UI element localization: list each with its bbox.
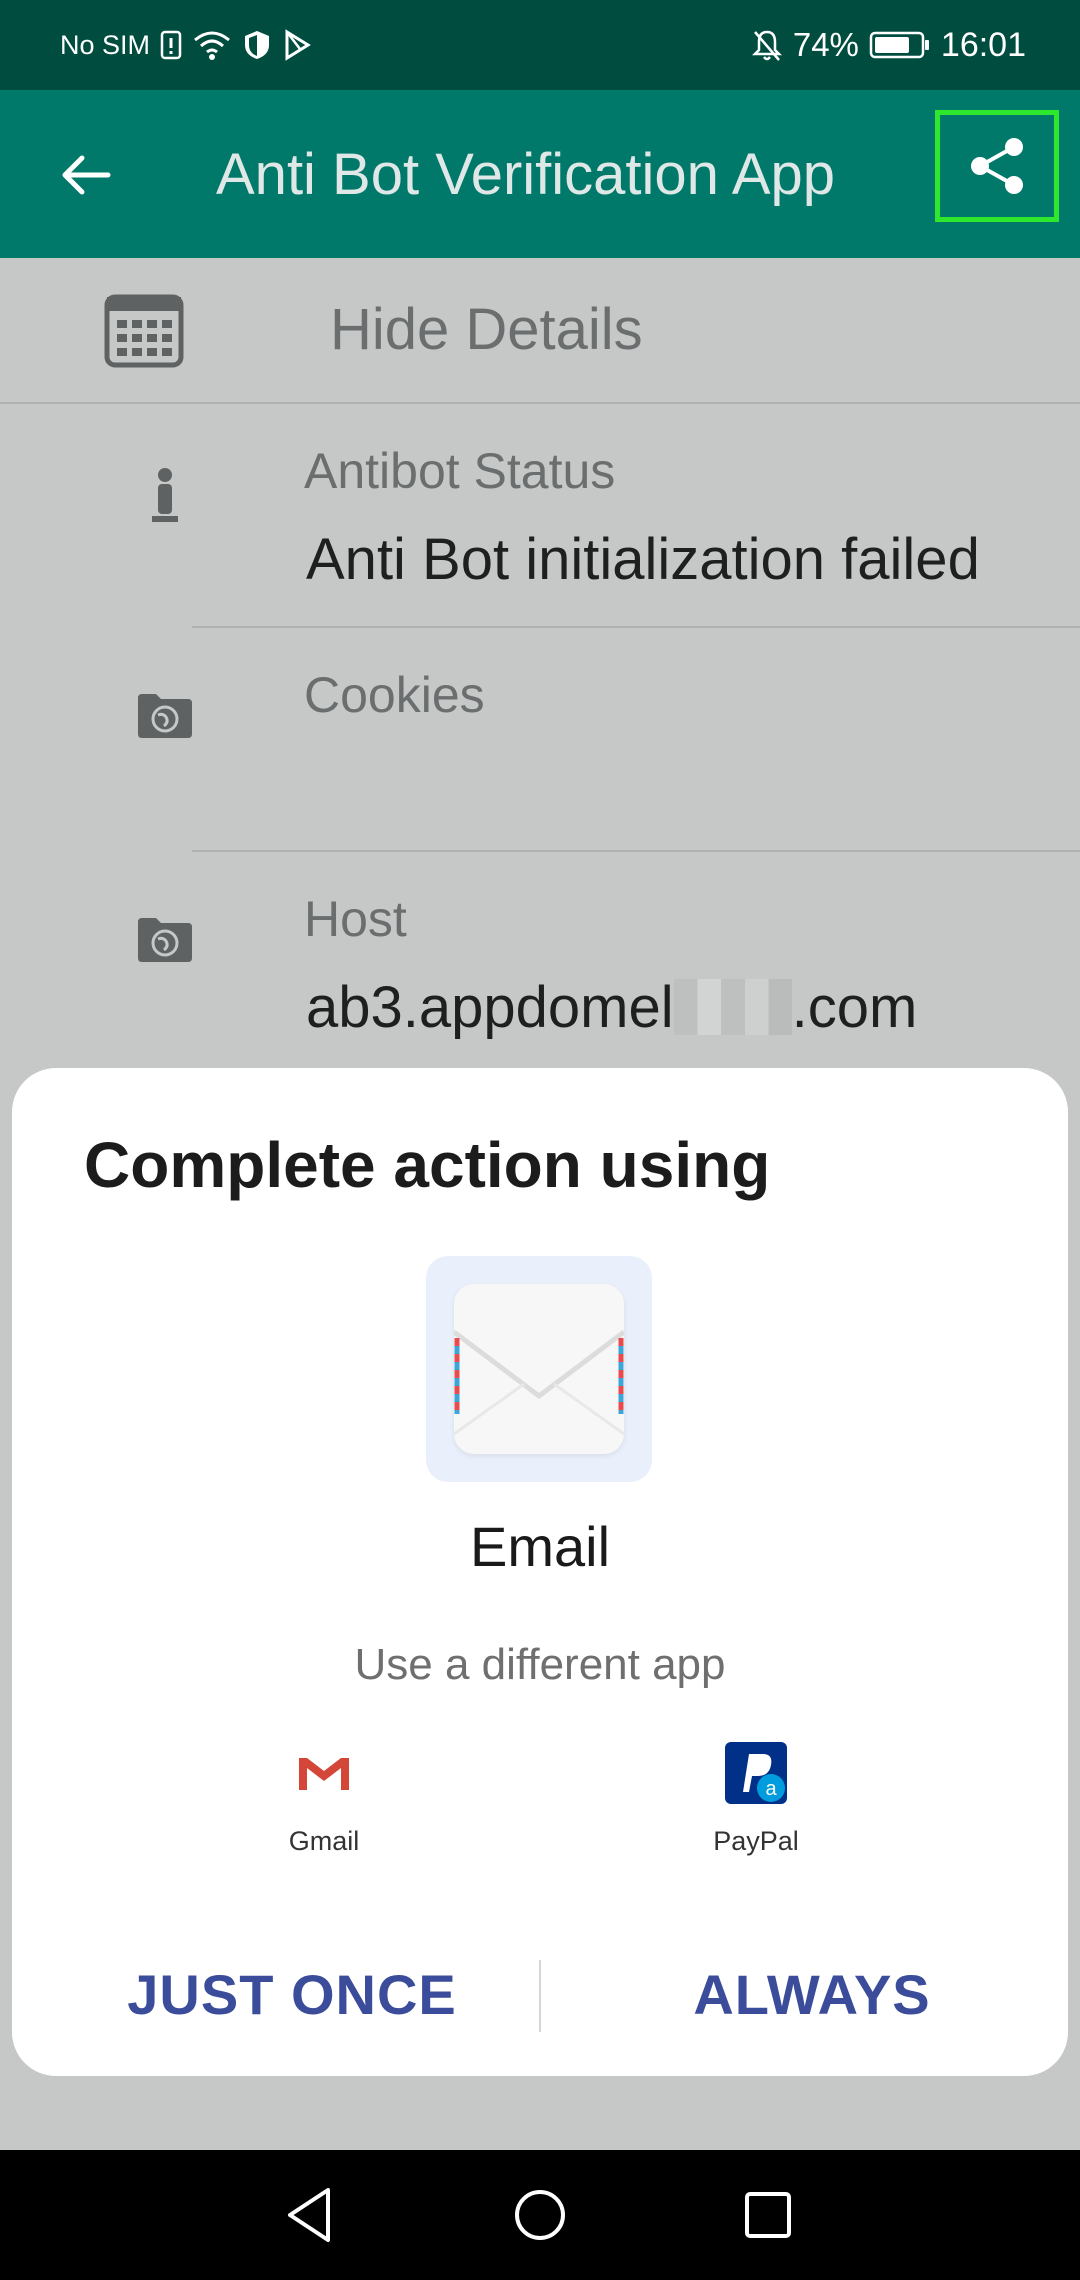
detail-value: ab3.appdomel .com (306, 974, 917, 1041)
folder-globe-icon (136, 690, 194, 752)
hide-details-label: Hide Details (330, 297, 643, 362)
status-right: 74% 16:01 (751, 0, 1026, 90)
gmail-icon (289, 1738, 359, 1808)
detail-antibot-status: Antibot Status Anti Bot initialization f… (0, 404, 1080, 628)
email-icon (452, 1284, 626, 1454)
nav-back-button[interactable] (276, 2180, 346, 2250)
shield-icon (242, 29, 272, 61)
email-app-label: Email (469, 1515, 611, 1578)
always-button[interactable]: ALWAYS (572, 1940, 1052, 2050)
status-left: No SIM (60, 0, 312, 90)
use-different-app-label: Use a different app (354, 1640, 726, 1689)
nav-home-button[interactable] (505, 2180, 575, 2250)
carrier-text: No SIM (60, 29, 151, 60)
paypal-label: PayPal (713, 1826, 799, 1856)
circle-home-icon (515, 2190, 565, 2240)
just-once-button[interactable]: JUST ONCE (52, 1940, 532, 2050)
person-icon (136, 466, 194, 528)
svg-text:a: a (765, 1778, 777, 1800)
share-icon (971, 138, 1023, 194)
detail-host: Host ab3.appdomel .com (0, 852, 1080, 1076)
wifi-icon (192, 29, 232, 61)
play-store-icon (282, 29, 312, 61)
sheet-title: Complete action using (84, 1129, 771, 1201)
battery-percent: 74% (792, 26, 859, 63)
back-button[interactable] (52, 140, 122, 210)
detail-value: Anti Bot initialization failed (306, 527, 980, 592)
status-bar: No SIM 74% 16:01 (0, 0, 1080, 90)
email-app-option[interactable] (426, 1256, 652, 1482)
app-chooser-sheet: Complete action using Email Use a differ… (12, 1068, 1068, 2076)
calendar-grid-icon (104, 294, 184, 368)
gmail-label: Gmail (288, 1826, 360, 1856)
app-title: Anti Bot Verification App (216, 142, 836, 207)
paypal-icon: a (721, 1738, 791, 1808)
clock: 16:01 (940, 25, 1026, 64)
folder-globe-icon (136, 914, 194, 976)
hide-details-row[interactable]: Hide Details (0, 258, 1080, 404)
detail-label: Host (304, 891, 407, 947)
nav-recents-button[interactable] (733, 2180, 803, 2250)
detail-label: Antibot Status (304, 443, 616, 499)
gmail-app-option[interactable]: Gmail (224, 1738, 424, 1857)
detail-cookies: Cookies (0, 628, 1080, 852)
arrow-left-icon (62, 155, 111, 195)
paypal-app-option[interactable]: a PayPal (656, 1738, 856, 1857)
sim-alert-icon (160, 30, 182, 60)
host-prefix: ab3.appdomel (306, 975, 674, 1040)
app-bar: Anti Bot Verification App (0, 90, 1080, 258)
redacted-text (673, 979, 792, 1035)
silent-bell-icon (751, 28, 783, 62)
share-button[interactable] (935, 110, 1059, 222)
button-divider (539, 1960, 541, 2032)
battery-icon (869, 30, 931, 60)
navigation-bar (0, 2150, 1080, 2280)
detail-label: Cookies (304, 667, 485, 723)
chooser-buttons: JUST ONCE ALWAYS (12, 1940, 1068, 2050)
host-suffix: .com (791, 975, 918, 1040)
square-recents-icon (745, 2192, 791, 2238)
triangle-back-icon (288, 2188, 330, 2242)
